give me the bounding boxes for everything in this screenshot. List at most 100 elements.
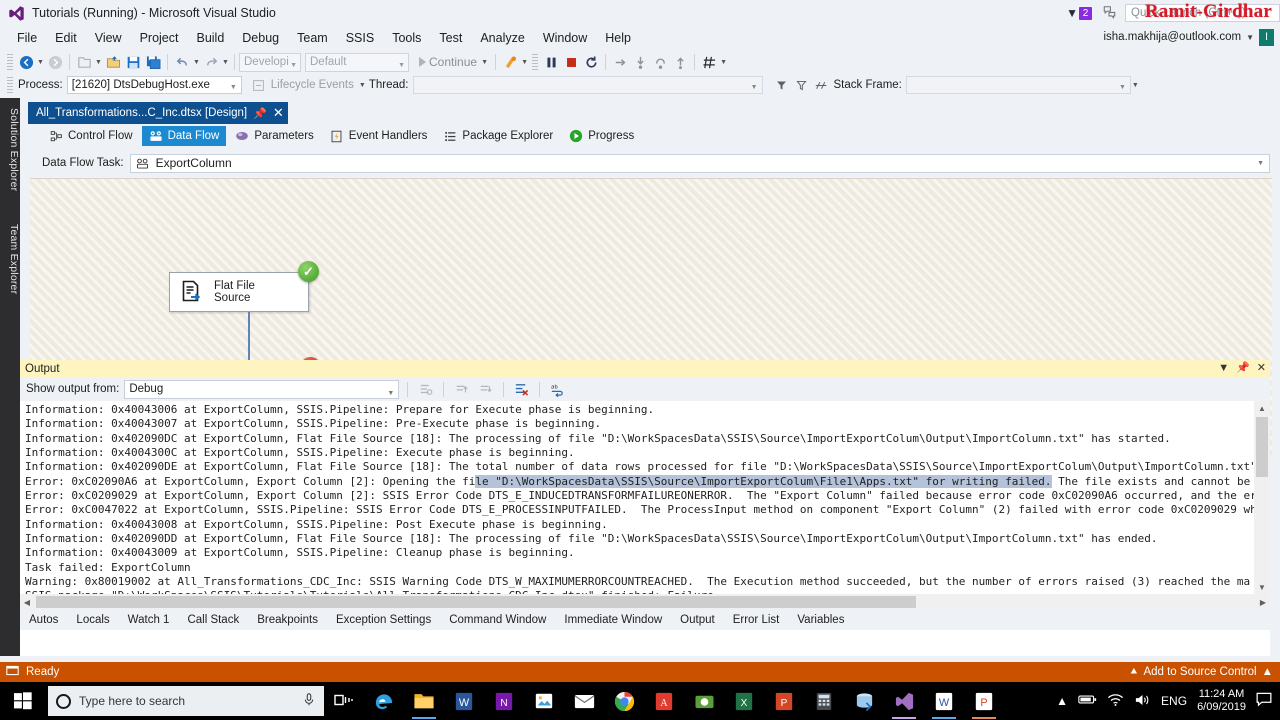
debug-toolbar-grip[interactable]	[7, 77, 13, 93]
menu-item-team[interactable]: Team	[288, 29, 337, 47]
menu-item-file[interactable]: File	[8, 29, 46, 47]
start-button[interactable]	[0, 682, 46, 720]
tab-locals[interactable]: Locals	[67, 612, 118, 628]
clock[interactable]: 11:24 AM 6/09/2019	[1197, 688, 1246, 714]
toolbar-grip[interactable]	[7, 54, 13, 70]
data-flow-path-line[interactable]	[248, 312, 250, 362]
navigate-backward-chevron-down-icon[interactable]: ▼	[36, 59, 45, 66]
battery-icon[interactable]	[1078, 693, 1097, 709]
output-vertical-scrollbar[interactable]: ▲ ▼	[1254, 401, 1270, 594]
powerpoint-app-icon[interactable]: P	[764, 682, 804, 720]
tool-tab-solution-explorer[interactable]: Solution Explorer	[0, 102, 20, 210]
restart-icon[interactable]	[581, 52, 601, 72]
send-feedback-icon[interactable]	[1102, 5, 1117, 22]
tab-variables[interactable]: Variables	[788, 612, 853, 628]
action-center-icon[interactable]	[1256, 692, 1272, 710]
open-file-icon[interactable]	[103, 52, 123, 72]
microphone-icon[interactable]	[302, 692, 316, 710]
volume-icon[interactable]	[1134, 693, 1151, 710]
toolbar-grip-2[interactable]	[532, 54, 539, 70]
word-doc-taskbar-icon[interactable]: W	[924, 682, 964, 720]
process-combo[interactable]: [21620] DtsDebugHost.exe ▼	[66, 76, 242, 94]
tab-progress[interactable]: Progress	[562, 126, 641, 146]
powerpoint-doc-taskbar-icon[interactable]: P	[964, 682, 1004, 720]
hot-reload-chevron-down-icon[interactable]: ▼	[520, 59, 529, 66]
tab-immediate-window[interactable]: Immediate Window	[555, 612, 671, 628]
output-text[interactable]: Information: 0x40043006 at ExportColumn,…	[20, 401, 1270, 594]
task-view-icon[interactable]	[324, 682, 364, 720]
solution-configuration-combo[interactable]: Developi ▼	[239, 52, 301, 72]
tab-exception-settings[interactable]: Exception Settings	[327, 612, 440, 628]
thread-combo[interactable]: ▼	[412, 76, 763, 94]
close-icon[interactable]: ✕	[273, 106, 284, 119]
break-all-icon[interactable]	[541, 52, 561, 72]
tab-package-explorer[interactable]: Package Explorer	[436, 126, 560, 146]
hex-display-icon[interactable]	[699, 52, 719, 72]
notifications-button[interactable]: ▼ 2	[1066, 6, 1092, 20]
toggle-word-wrap-icon[interactable]: ab	[548, 380, 567, 399]
menu-item-project[interactable]: Project	[131, 29, 188, 47]
clear-all-icon[interactable]	[512, 380, 531, 399]
output-close-icon[interactable]: ✕	[1257, 361, 1266, 374]
scroll-right-icon[interactable]: ▶	[1256, 594, 1270, 610]
tab-parameters[interactable]: Parameters	[228, 126, 320, 146]
mail-app-icon[interactable]	[564, 682, 604, 720]
node-flat-file-source[interactable]: Flat File Source	[169, 272, 309, 312]
toolbar-overflow-icon[interactable]: ▼	[719, 59, 728, 66]
excel-app-icon[interactable]: X	[724, 682, 764, 720]
tab-breakpoints[interactable]: Breakpoints	[248, 612, 327, 628]
menu-item-view[interactable]: View	[86, 29, 131, 47]
stack-frame-combo[interactable]: ▼	[905, 76, 1131, 94]
go-to-previous-message-icon[interactable]	[452, 380, 471, 399]
scroll-up-icon[interactable]: ▲	[1254, 401, 1270, 415]
external-code-icon[interactable]	[812, 75, 832, 95]
data-flow-task-combo[interactable]: ExportColumn ▼	[129, 153, 1270, 173]
save-all-icon[interactable]	[143, 52, 163, 72]
tab-event-handlers[interactable]: Event Handlers	[323, 126, 435, 146]
tab-call-stack[interactable]: Call Stack	[178, 612, 248, 628]
solution-platform-combo[interactable]: Default ▼	[305, 52, 409, 72]
undo-icon[interactable]	[172, 52, 192, 72]
menu-item-analyze[interactable]: Analyze	[471, 29, 533, 47]
auto-hide-pin-icon[interactable]: 📌	[1236, 361, 1250, 374]
document-tab[interactable]: All_Transformations...C_Inc.dtsx [Design…	[28, 102, 288, 124]
language-indicator[interactable]: ENG	[1161, 694, 1187, 708]
word-app-icon[interactable]: W	[444, 682, 484, 720]
visual-studio-taskbar-icon[interactable]	[884, 682, 924, 720]
photos-app-icon[interactable]	[524, 682, 564, 720]
ssms-app-icon[interactable]	[844, 682, 884, 720]
show-hidden-icons-chevron-up-icon[interactable]: ▲	[1056, 694, 1068, 708]
menu-item-tools[interactable]: Tools	[383, 29, 430, 47]
file-explorer-icon[interactable]	[404, 682, 444, 720]
continue-button[interactable]: Continue ▼	[417, 55, 491, 69]
step-over-icon[interactable]	[650, 52, 670, 72]
lifecycle-chevron-down-icon[interactable]: ▼	[358, 82, 367, 89]
tab-error-list[interactable]: Error List	[724, 612, 789, 628]
save-icon[interactable]	[123, 52, 143, 72]
new-project-icon[interactable]	[74, 52, 94, 72]
navigate-forward-icon[interactable]	[45, 52, 65, 72]
tab-output[interactable]: Output	[671, 612, 724, 628]
menu-item-ssis[interactable]: SSIS	[337, 29, 384, 47]
redo-chevron-down-icon[interactable]: ▼	[221, 59, 230, 66]
tab-autos[interactable]: Autos	[20, 612, 67, 628]
redo-icon[interactable]	[201, 52, 221, 72]
step-out-icon[interactable]	[670, 52, 690, 72]
scroll-down-icon[interactable]: ▼	[1254, 580, 1270, 594]
adobe-reader-app-icon[interactable]: A	[644, 682, 684, 720]
chrome-app-icon[interactable]	[604, 682, 644, 720]
debug-toolbar-overflow-icon[interactable]: ▼	[1131, 82, 1140, 89]
vertical-scroll-thumb[interactable]	[1256, 417, 1268, 477]
tab-control-flow[interactable]: Control Flow	[42, 126, 140, 146]
camera-app-icon[interactable]	[684, 682, 724, 720]
tool-tab-team-explorer[interactable]: Team Explorer	[0, 218, 20, 310]
show-output-from-combo[interactable]: Debug ▼	[124, 379, 400, 399]
new-project-chevron-down-icon[interactable]: ▼	[94, 59, 103, 66]
menu-item-edit[interactable]: Edit	[46, 29, 86, 47]
menu-item-build[interactable]: Build	[187, 29, 233, 47]
menu-item-help[interactable]: Help	[596, 29, 640, 47]
step-into-icon[interactable]	[630, 52, 650, 72]
output-horizontal-scrollbar[interactable]: ◀ ▶	[20, 594, 1270, 610]
microsoft-edge-icon[interactable]	[364, 682, 404, 720]
output-chevron-down-icon[interactable]: ▼	[1218, 362, 1229, 374]
